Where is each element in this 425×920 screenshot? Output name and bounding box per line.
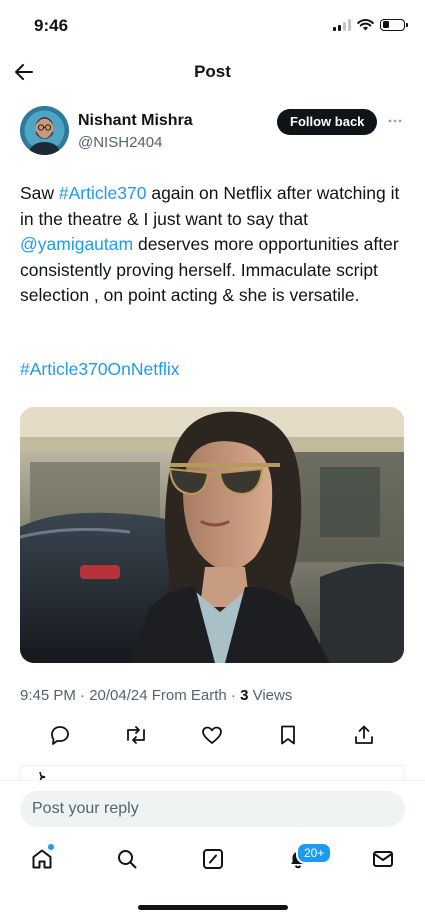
messages-icon[interactable] [371, 847, 395, 871]
compose-icon[interactable] [201, 847, 225, 871]
home-indicator [138, 905, 288, 910]
reply-input[interactable]: Post your reply [20, 791, 405, 827]
media-photo [20, 407, 404, 663]
views-label: Views [248, 687, 293, 704]
wifi-icon [357, 19, 374, 31]
share-icon[interactable] [352, 723, 376, 747]
page-title: Post [194, 62, 231, 81]
more-horizontal-icon[interactable] [387, 113, 403, 129]
battery-icon [380, 18, 408, 31]
search-icon[interactable] [115, 847, 139, 871]
home-icon[interactable] [30, 847, 54, 871]
hashtag-link[interactable]: #Article370OnNetflix [20, 357, 180, 383]
status-bar: 9:46 [0, 0, 425, 50]
author-handle[interactable]: @NISH2404 [78, 134, 162, 151]
bookmark-icon[interactable] [276, 723, 300, 747]
header: Post [0, 52, 425, 92]
follow-back-button[interactable]: Follow back [277, 109, 378, 135]
status-time: 9:46 [34, 16, 69, 35]
notifications-badge: 20+ [296, 842, 333, 864]
post-media-image[interactable] [20, 407, 404, 663]
post-actions [20, 720, 405, 752]
repost-icon[interactable] [124, 723, 148, 747]
next-item-peek [20, 766, 405, 783]
reply-icon[interactable] [48, 723, 72, 747]
hashtag-link[interactable]: #Article370 [59, 183, 147, 203]
post-timestamp: 9:45 PM · 20/04/24 From Earth · [20, 687, 241, 704]
avatar[interactable] [20, 106, 69, 155]
post-text-part: Saw [20, 183, 59, 203]
bottom-tab-bar: 20+ [0, 835, 425, 885]
heart-icon[interactable] [200, 723, 224, 747]
post-meta: 9:45 PM · 20/04/24 From Earth · 3 Views [20, 687, 292, 704]
status-icons [333, 18, 408, 31]
reply-composer: Post your reply [0, 780, 425, 830]
cellular-signal-icon [333, 18, 351, 31]
author-name[interactable]: Nishant Mishra [78, 112, 193, 130]
home-notification-dot [48, 844, 54, 850]
mention-link[interactable]: @yamigautam [20, 234, 133, 254]
post-author: Nishant Mishra @NISH2404 Follow back [20, 106, 405, 158]
post-text: Saw #Article370 again on Netflix after w… [20, 181, 410, 309]
avatar-image [20, 106, 69, 155]
